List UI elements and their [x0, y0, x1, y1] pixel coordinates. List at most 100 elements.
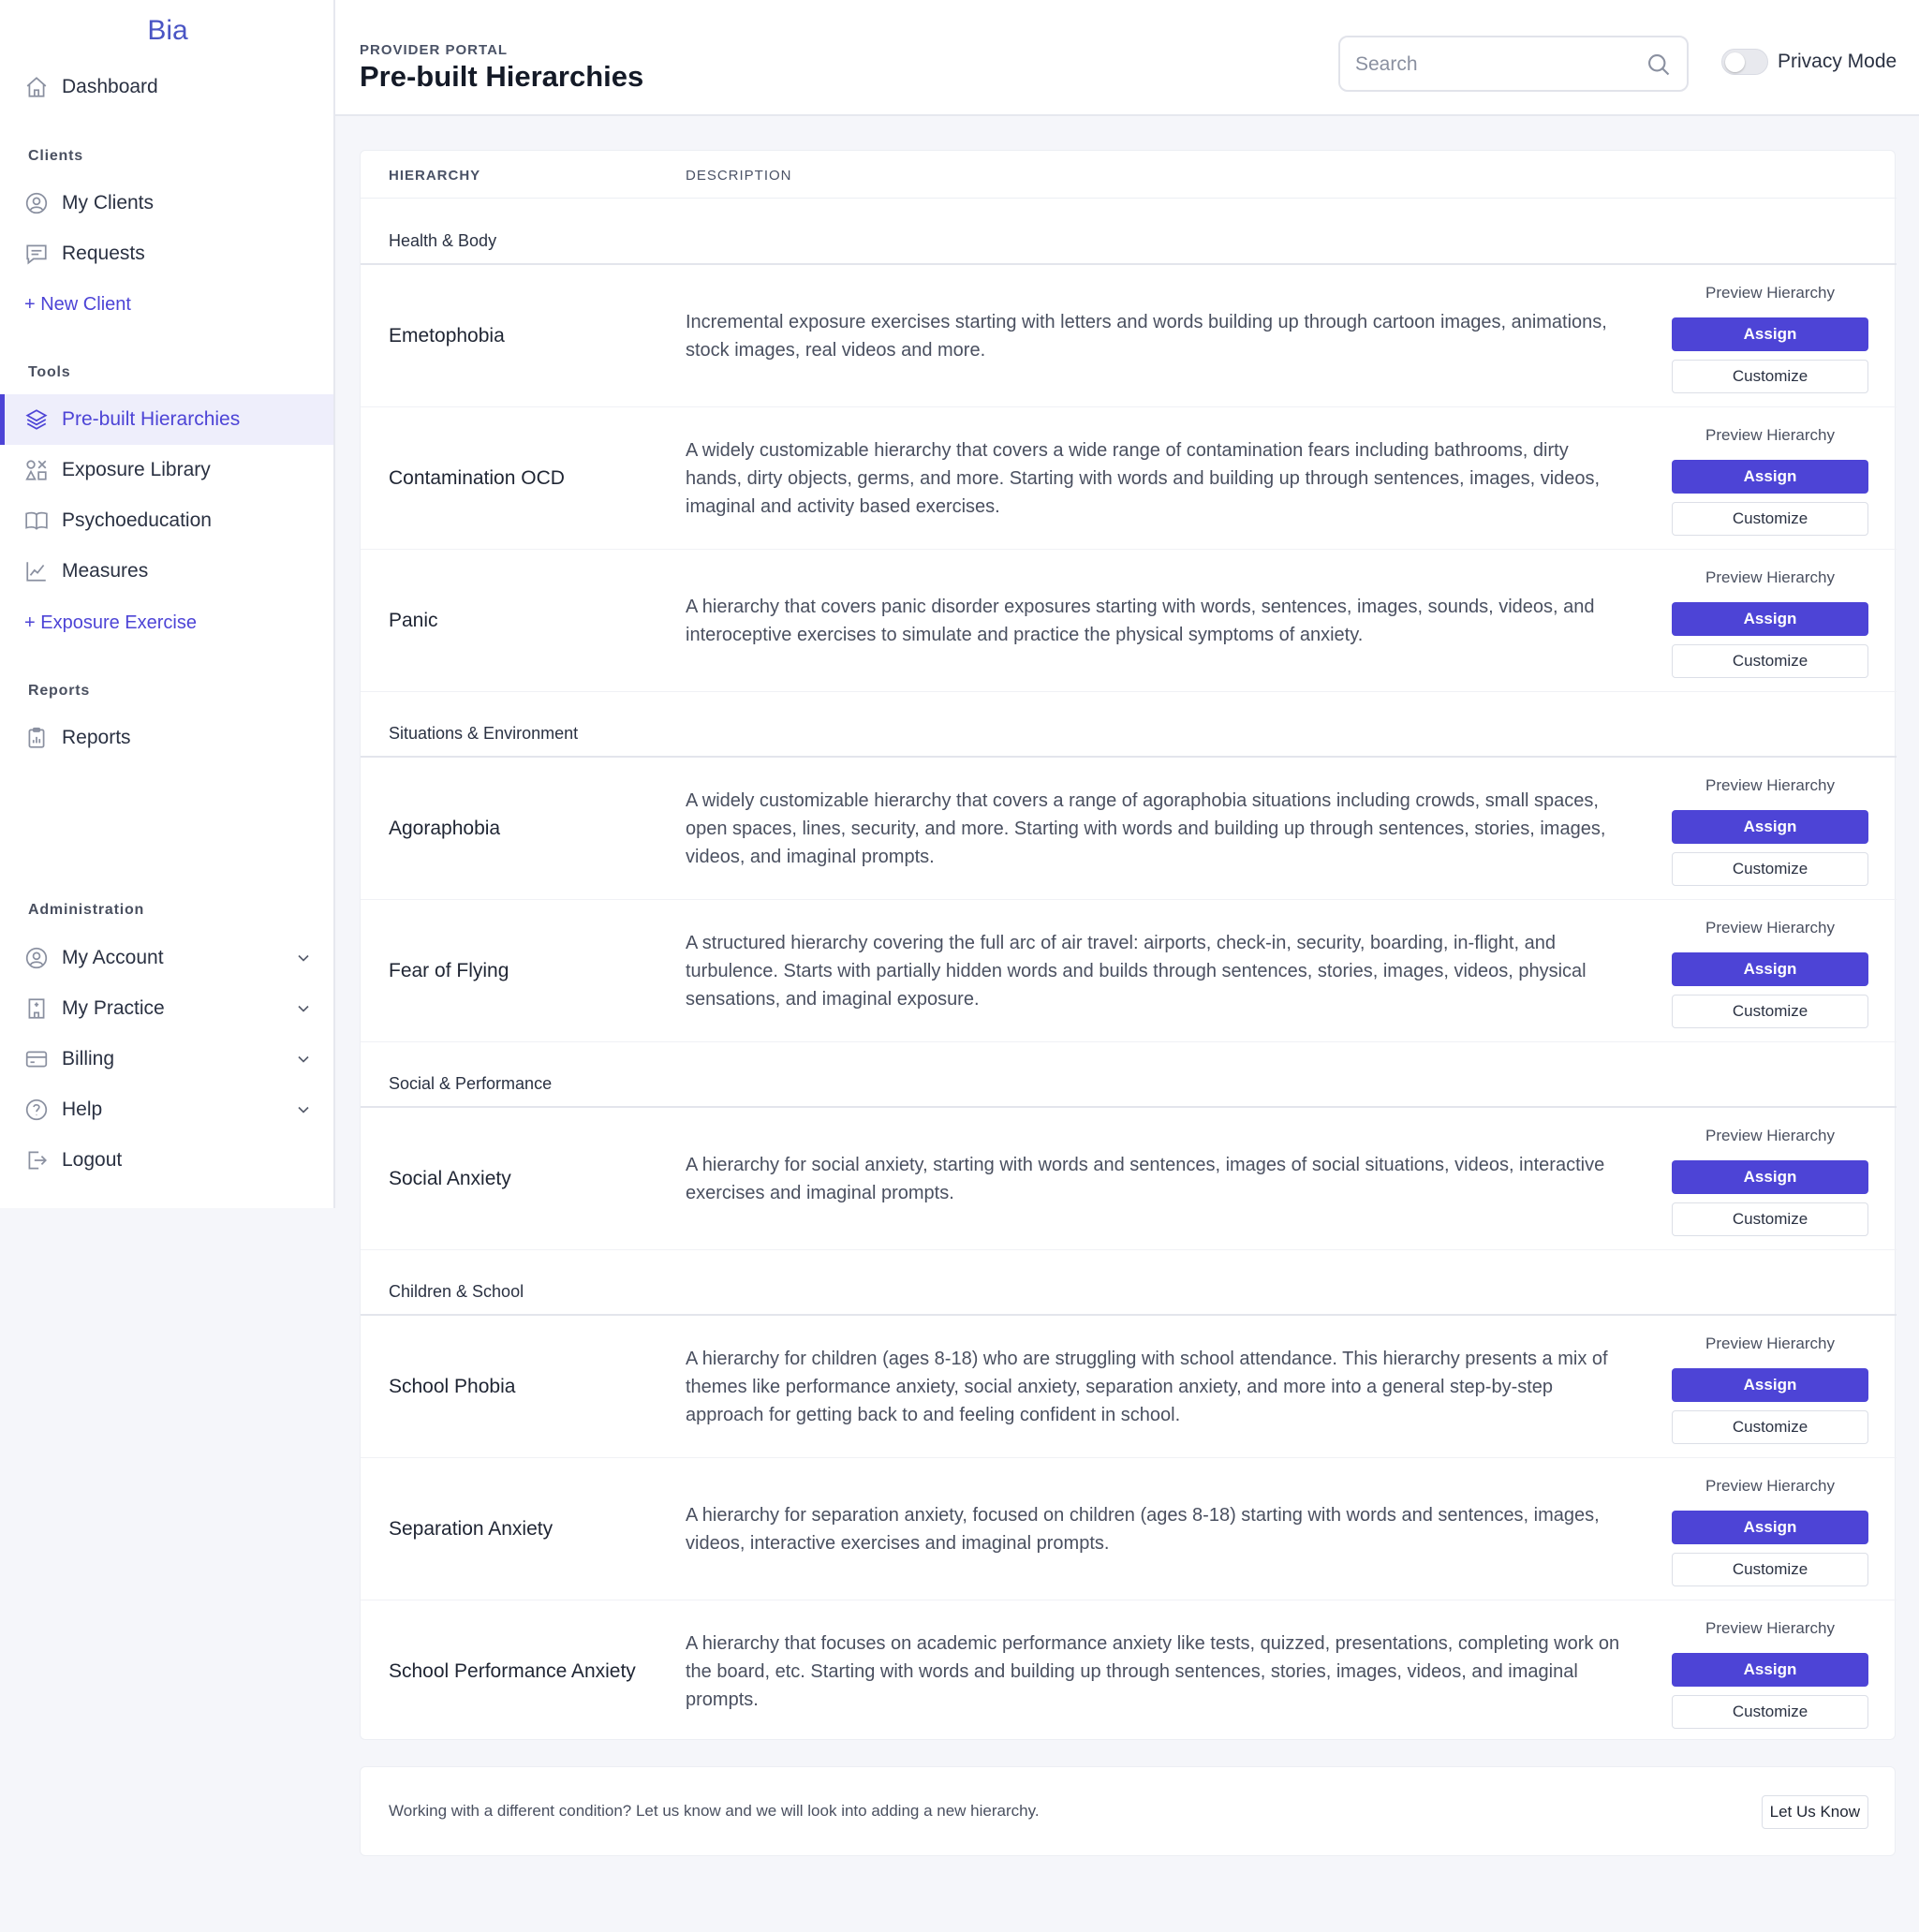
assign-button[interactable]: Assign [1672, 317, 1868, 351]
sidebar-item-exposure-library[interactable]: Exposure Library [0, 445, 333, 495]
preview-hierarchy-link[interactable]: Preview Hierarchy [1672, 776, 1868, 795]
assign-button[interactable]: Assign [1672, 1511, 1868, 1544]
portal-label: PROVIDER PORTAL [360, 42, 509, 58]
table-row: Separation Anxiety A hierarchy for separ… [361, 1458, 1897, 1600]
section-reports: Reports [28, 683, 91, 699]
header-divider [361, 198, 1897, 199]
book-icon [24, 509, 49, 533]
sidebar-item-reports[interactable]: Reports [0, 713, 333, 763]
sidebar-item-psychoeducation[interactable]: Psychoeducation [0, 495, 333, 546]
home-icon [24, 75, 49, 99]
sidebar-item-logout[interactable]: Logout [0, 1135, 333, 1186]
hierarchy-description: A hierarchy that focuses on academic per… [686, 1633, 1620, 1710]
table-row: Contamination OCD A widely customizable … [361, 407, 1897, 550]
sidebar-item-label: My Practice [62, 997, 165, 1019]
chevron-down-icon[interactable] [294, 949, 313, 967]
toggle-knob [1725, 52, 1745, 72]
hierarchy-name: School Performance Anxiety [389, 1660, 636, 1682]
hierarchy-description: Incremental exposure exercises starting … [686, 312, 1607, 361]
hierarchy-description: A hierarchy for social anxiety, starting… [686, 1155, 1605, 1203]
privacy-mode-label: Privacy Mode [1778, 51, 1897, 72]
sidebar-item-label: My Clients [62, 192, 155, 214]
customize-button[interactable]: Customize [1672, 995, 1868, 1028]
preview-hierarchy-link[interactable]: Preview Hierarchy [1672, 1127, 1868, 1145]
hierarchy-description: A widely customizable hierarchy that cov… [686, 790, 1606, 867]
preview-hierarchy-link[interactable]: Preview Hierarchy [1672, 426, 1868, 445]
sidebar-item-my-account[interactable]: My Account [0, 933, 333, 983]
sidebar-item-my-practice[interactable]: My Practice [0, 983, 333, 1034]
request-hierarchy-text: Working with a different condition? Let … [389, 1802, 1040, 1820]
customize-button[interactable]: Customize [1672, 1410, 1868, 1444]
preview-hierarchy-link[interactable]: Preview Hierarchy [1672, 1335, 1868, 1353]
customize-button[interactable]: Customize [1672, 502, 1868, 536]
brand-logo[interactable]: Bia [0, 15, 335, 47]
hierarchy-description: A hierarchy that covers panic disorder e… [686, 597, 1595, 645]
assign-button[interactable]: Assign [1672, 1368, 1868, 1402]
customize-button[interactable]: Customize [1672, 852, 1868, 886]
search-input[interactable] [1355, 49, 1636, 81]
clipboard-icon [24, 726, 49, 750]
sidebar-item-dashboard[interactable]: Dashboard [0, 62, 333, 112]
sidebar-item-label: Pre-built Hierarchies [62, 408, 241, 430]
hierarchy-name: Agoraphobia [389, 818, 501, 839]
section-administration: Administration [28, 902, 145, 918]
hierarchy-name: Emetophobia [389, 325, 505, 347]
hierarchy-name: Panic [389, 610, 438, 631]
new-exposure-exercise-link[interactable]: + Exposure Exercise [24, 612, 197, 634]
sidebar-item-label: Measures [62, 560, 149, 582]
assign-button[interactable]: Assign [1672, 460, 1868, 494]
sidebar-item-help[interactable]: Help [0, 1084, 333, 1135]
chevron-down-icon[interactable] [294, 1100, 313, 1119]
preview-hierarchy-link[interactable]: Preview Hierarchy [1672, 1477, 1868, 1496]
hierarchy-name: Contamination OCD [389, 467, 565, 489]
column-header-description: DESCRIPTION [686, 168, 792, 184]
chevron-down-icon[interactable] [294, 1050, 313, 1069]
group-label: Children & School [389, 1282, 524, 1301]
preview-hierarchy-link[interactable]: Preview Hierarchy [1672, 568, 1868, 587]
credit-card-icon [24, 1047, 49, 1071]
preview-hierarchy-link[interactable]: Preview Hierarchy [1672, 919, 1868, 937]
let-us-know-button[interactable]: Let Us Know [1761, 1795, 1868, 1829]
new-client-link[interactable]: + New Client [24, 294, 131, 316]
section-clients: Clients [28, 148, 83, 164]
customize-button[interactable]: Customize [1672, 1202, 1868, 1236]
shapes-icon [24, 458, 49, 482]
customize-button[interactable]: Customize [1672, 1695, 1868, 1729]
line-chart-icon [24, 559, 49, 583]
sidebar-item-billing[interactable]: Billing [0, 1034, 333, 1084]
sidebar-item-requests[interactable]: Requests [0, 229, 333, 279]
hierarchy-name: Fear of Flying [389, 960, 509, 981]
customize-button[interactable]: Customize [1672, 1553, 1868, 1586]
preview-hierarchy-link[interactable]: Preview Hierarchy [1672, 284, 1868, 302]
assign-button[interactable]: Assign [1672, 1653, 1868, 1687]
sidebar-item-measures[interactable]: Measures [0, 546, 333, 597]
chevron-down-icon[interactable] [294, 999, 313, 1018]
page-title: Pre-built Hierarchies [360, 60, 644, 93]
assign-button[interactable]: Assign [1672, 810, 1868, 844]
table-row: Agoraphobia A widely customizable hierar… [361, 758, 1897, 900]
sidebar-item-label: Help [62, 1099, 103, 1120]
customize-button[interactable]: Customize [1672, 360, 1868, 393]
sidebar-item-label: Dashboard [62, 76, 158, 97]
assign-button[interactable]: Assign [1672, 1160, 1868, 1194]
hierarchy-name: Separation Anxiety [389, 1518, 554, 1540]
customize-button[interactable]: Customize [1672, 644, 1868, 678]
assign-button[interactable]: Assign [1672, 952, 1868, 986]
section-tools: Tools [28, 364, 71, 380]
sidebar-item-my-clients[interactable]: My Clients [0, 178, 333, 229]
hierarchy-description: A widely customizable hierarchy that cov… [686, 440, 1601, 517]
privacy-mode-toggle[interactable] [1721, 49, 1768, 75]
preview-hierarchy-link[interactable]: Preview Hierarchy [1672, 1619, 1868, 1638]
layers-icon [24, 407, 49, 432]
table-row: School Phobia A hierarchy for children (… [361, 1316, 1897, 1458]
search-box[interactable] [1338, 36, 1689, 92]
user-circle-icon [24, 191, 49, 215]
sidebar-item-label: Logout [62, 1149, 123, 1171]
assign-button[interactable]: Assign [1672, 602, 1868, 636]
table-row: Panic A hierarchy that covers panic diso… [361, 550, 1897, 692]
sidebar-item-pre-built-hierarchies[interactable]: Pre-built Hierarchies [0, 394, 333, 445]
table-row: Emetophobia Incremental exposure exercis… [361, 265, 1897, 407]
column-header-hierarchy: HIERARCHY [389, 168, 481, 184]
hierarchy-description: A hierarchy for children (ages 8-18) who… [686, 1349, 1608, 1425]
search-icon[interactable] [1646, 52, 1672, 78]
